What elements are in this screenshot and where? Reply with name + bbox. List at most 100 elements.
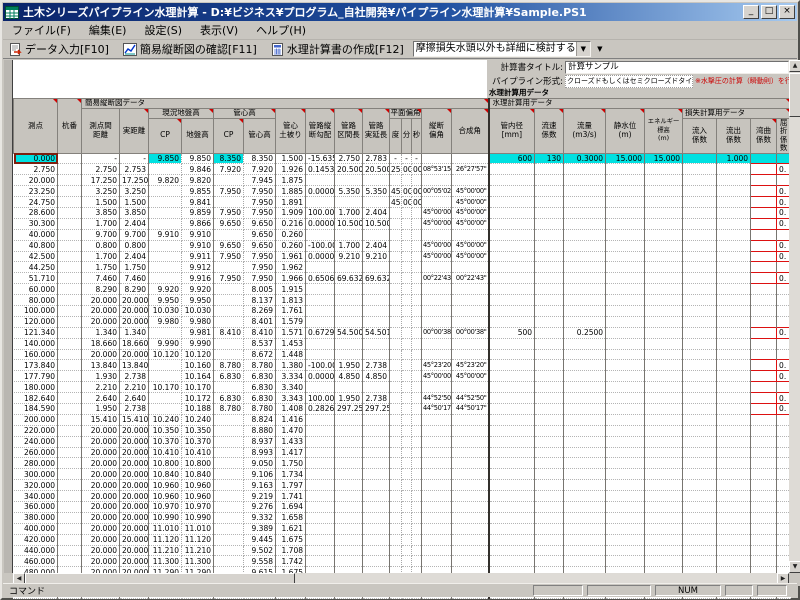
col-ground-cp[interactable]: CP: [149, 118, 182, 153]
cell[interactable]: [489, 556, 535, 567]
cell[interactable]: [606, 403, 645, 414]
cell[interactable]: 1.761: [276, 305, 306, 316]
cell[interactable]: 54.500: [335, 327, 363, 338]
cell[interactable]: 2.404: [120, 218, 149, 229]
cell[interactable]: [149, 240, 182, 251]
cell[interactable]: [751, 349, 777, 360]
cell[interactable]: [402, 556, 412, 567]
cell[interactable]: [645, 382, 683, 393]
cell[interactable]: [149, 327, 182, 338]
cell[interactable]: [390, 545, 402, 556]
cell[interactable]: 8.290: [120, 284, 149, 295]
cell[interactable]: [489, 382, 535, 393]
cell[interactable]: [564, 207, 606, 218]
cell[interactable]: [564, 534, 606, 545]
cell[interactable]: [363, 175, 390, 186]
cell[interactable]: 40.800: [14, 240, 58, 251]
cell[interactable]: 177.790: [14, 371, 58, 382]
cell[interactable]: [489, 425, 535, 436]
cell[interactable]: [645, 229, 683, 240]
cell[interactable]: 45°00'00": [452, 371, 489, 382]
cell[interactable]: [645, 175, 683, 186]
cell[interactable]: 9.219: [244, 491, 276, 502]
cell[interactable]: [402, 371, 412, 382]
col-sec[interactable]: 秒: [412, 118, 422, 153]
cell[interactable]: [717, 436, 751, 447]
col-ground[interactable]: 地盤高: [182, 118, 214, 153]
cell[interactable]: [535, 458, 564, 469]
cell[interactable]: [751, 305, 777, 316]
cell[interactable]: 10.960: [182, 480, 214, 491]
cell[interactable]: [412, 458, 422, 469]
cell[interactable]: 9.050: [244, 458, 276, 469]
cell[interactable]: [535, 512, 564, 523]
cell[interactable]: 45°00'00": [422, 218, 452, 229]
cell[interactable]: [535, 523, 564, 534]
cell[interactable]: [390, 305, 402, 316]
cell[interactable]: [645, 371, 683, 382]
cell[interactable]: [422, 491, 452, 502]
cell[interactable]: [402, 218, 412, 229]
cell[interactable]: [645, 273, 683, 284]
cell[interactable]: 2.738: [363, 393, 390, 404]
cell[interactable]: 15.000: [645, 153, 683, 164]
cell[interactable]: [335, 545, 363, 556]
cell[interactable]: 11.210: [149, 545, 182, 556]
cell[interactable]: 9.911: [182, 251, 214, 262]
cell[interactable]: [751, 262, 777, 273]
cell[interactable]: 7.950: [214, 186, 244, 197]
cell[interactable]: 0.0000%: [306, 371, 335, 382]
cell[interactable]: 11.300: [182, 556, 214, 567]
cell[interactable]: [683, 305, 717, 316]
cell[interactable]: [452, 469, 489, 480]
cell[interactable]: 9.980: [182, 316, 214, 327]
cell[interactable]: [489, 480, 535, 491]
cell[interactable]: [390, 393, 402, 404]
cell[interactable]: 8.290: [82, 284, 120, 295]
cell[interactable]: [452, 523, 489, 534]
cell[interactable]: [751, 197, 777, 208]
cell[interactable]: [390, 262, 402, 273]
cell[interactable]: [306, 458, 335, 469]
cell[interactable]: 45°00'00": [452, 207, 489, 218]
cell[interactable]: [452, 545, 489, 556]
cell[interactable]: [422, 262, 452, 273]
cell[interactable]: 9.855: [182, 186, 214, 197]
cell[interactable]: [606, 186, 645, 197]
cell[interactable]: [717, 273, 751, 284]
cell[interactable]: [717, 197, 751, 208]
cell[interactable]: [489, 349, 535, 360]
cell[interactable]: [149, 262, 182, 273]
cell[interactable]: 6.830: [214, 393, 244, 404]
cell[interactable]: 1.734: [276, 469, 306, 480]
cell[interactable]: 9.210: [363, 251, 390, 262]
cell[interactable]: 6.830: [244, 393, 276, 404]
cell[interactable]: 45°00'00": [452, 251, 489, 262]
cell[interactable]: 9.558: [244, 556, 276, 567]
cell[interactable]: [452, 349, 489, 360]
cell[interactable]: [751, 229, 777, 240]
cell[interactable]: [606, 469, 645, 480]
cell[interactable]: [606, 273, 645, 284]
cell[interactable]: 08°53'15": [422, 164, 452, 175]
cell[interactable]: [58, 338, 82, 349]
cell[interactable]: 320.000: [14, 480, 58, 491]
cell[interactable]: [645, 534, 683, 545]
cell[interactable]: [606, 393, 645, 404]
cell[interactable]: 00°00'38": [452, 327, 489, 338]
cell[interactable]: [606, 262, 645, 273]
cell[interactable]: 20.000: [120, 545, 149, 556]
cell[interactable]: 1.950: [335, 393, 363, 404]
cell[interactable]: [452, 316, 489, 327]
cell[interactable]: -: [390, 153, 402, 164]
cell[interactable]: [683, 186, 717, 197]
cell[interactable]: [645, 425, 683, 436]
cell[interactable]: 9.650: [244, 240, 276, 251]
cell[interactable]: [564, 262, 606, 273]
cell[interactable]: 9.276: [244, 502, 276, 513]
cell[interactable]: [335, 295, 363, 306]
cell[interactable]: [306, 284, 335, 295]
cell[interactable]: [717, 371, 751, 382]
cell[interactable]: [390, 447, 402, 458]
cell[interactable]: [58, 393, 82, 404]
